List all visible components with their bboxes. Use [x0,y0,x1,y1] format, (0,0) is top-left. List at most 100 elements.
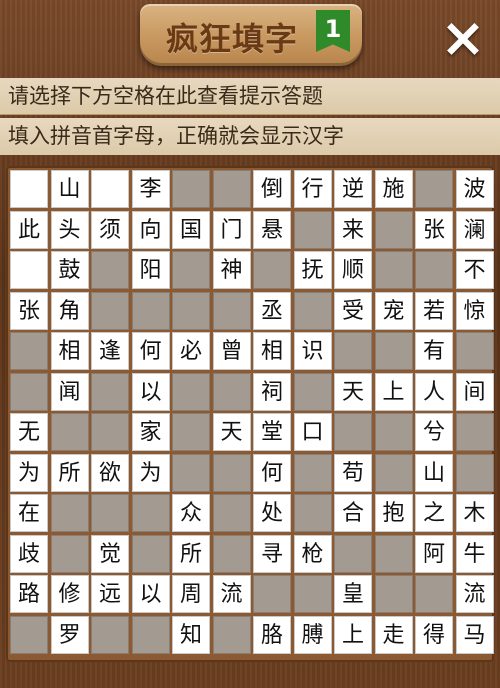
grid-cell[interactable]: 觉 [91,534,129,573]
grid-cell[interactable]: 欲 [91,453,129,492]
grid-cell[interactable]: 众 [172,494,210,532]
grid-cell[interactable]: 顺 [334,251,372,289]
grid-cell[interactable]: 逆 [334,170,372,208]
grid-cell[interactable]: 祠 [253,372,291,411]
grid-cell[interactable]: 上 [334,615,372,654]
grid-cell[interactable]: 家 [131,413,170,451]
grid-cell[interactable]: 宠 [374,291,413,330]
grid-cell[interactable]: 倒 [253,170,291,208]
grid-cell[interactable]: 山 [415,453,453,492]
grid-cell[interactable]: 若 [415,291,453,330]
grid-cell[interactable]: 不 [455,251,494,289]
grid-block [293,453,332,492]
grid-cell[interactable]: 闻 [50,372,89,411]
grid-cell[interactable]: 阿 [415,534,453,573]
grid-cell[interactable]: 何 [253,453,291,492]
grid-cell[interactable]: 人 [415,372,453,411]
grid-block [253,575,291,613]
grid-block [374,332,413,370]
grid-cell[interactable]: 张 [415,210,453,249]
grid-cell[interactable]: 路 [10,575,48,613]
grid-cell[interactable]: 抚 [293,251,332,289]
grid-cell[interactable]: 寻 [253,534,291,573]
grid-cell[interactable]: 何 [131,332,170,370]
grid-cell[interactable]: 无 [10,413,48,451]
grid-cell[interactable]: 鼓 [50,251,89,289]
grid-cell[interactable]: 周 [172,575,210,613]
grid-cell[interactable]: 识 [293,332,332,370]
grid-cell[interactable]: 头 [50,210,89,249]
grid-cell[interactable]: 行 [293,170,332,208]
grid-cell[interactable]: 处 [253,494,291,532]
grid-cell[interactable]: 枪 [293,534,332,573]
grid-cell[interactable]: 以 [131,575,170,613]
grid-cell[interactable]: 有 [415,332,453,370]
grid-cell[interactable]: 马 [455,615,494,654]
grid-cell[interactable]: 张 [10,291,48,330]
grid-cell[interactable]: 胳 [253,615,291,654]
grid-cell[interactable]: 澜 [455,210,494,249]
grid-cell[interactable]: 阳 [131,251,170,289]
grid-cell[interactable]: 逢 [91,332,129,370]
grid-cell[interactable]: 罗 [50,615,89,654]
grid-cell[interactable]: 之 [415,494,453,532]
grid-cell[interactable]: 间 [455,372,494,411]
grid-cell[interactable]: 惊 [455,291,494,330]
grid-cell[interactable]: 必 [172,332,210,370]
grid-cell[interactable]: 天 [334,372,372,411]
grid-cell[interactable]: 为 [10,453,48,492]
grid-cell[interactable]: 知 [172,615,210,654]
header-bar: 疯狂填字 1 × [0,0,500,76]
grid-cell[interactable]: 在 [10,494,48,532]
grid-block [455,332,494,370]
grid-cell[interactable]: 此 [10,210,48,249]
grid-cell[interactable]: 须 [91,210,129,249]
grid-cell[interactable]: 合 [334,494,372,532]
grid-cell[interactable]: 堂 [253,413,291,451]
grid-cell[interactable]: 向 [131,210,170,249]
grid-cell[interactable]: 丞 [253,291,291,330]
grid-cell[interactable]: 口 [293,413,332,451]
grid-cell[interactable]: 流 [455,575,494,613]
grid-cell[interactable]: 走 [374,615,413,654]
grid-cell[interactable]: 相 [50,332,89,370]
grid-cell[interactable]: 为 [131,453,170,492]
grid-cell[interactable]: 膊 [293,615,332,654]
grid-cell[interactable]: 所 [172,534,210,573]
grid-cell[interactable]: 所 [50,453,89,492]
grid-cell[interactable]: 抱 [374,494,413,532]
grid-cell[interactable]: 上 [374,372,413,411]
grid-cell[interactable]: 曾 [212,332,251,370]
grid-cell[interactable]: 悬 [253,210,291,249]
grid-cell[interactable] [10,251,48,289]
grid-cell[interactable]: 施 [374,170,413,208]
grid-cell[interactable]: 远 [91,575,129,613]
grid-cell[interactable]: 受 [334,291,372,330]
close-icon[interactable]: × [438,11,488,65]
grid-cell[interactable]: 国 [172,210,210,249]
grid-cell[interactable]: 角 [50,291,89,330]
grid-cell[interactable]: 波 [455,170,494,208]
grid-cell[interactable]: 山 [50,170,89,208]
grid-cell[interactable] [10,170,48,208]
grid-cell[interactable]: 天 [212,413,251,451]
grid-cell[interactable]: 苟 [334,453,372,492]
grid-cell[interactable]: 牛 [455,534,494,573]
grid-block [212,534,251,573]
grid-cell[interactable]: 修 [50,575,89,613]
grid-block [91,615,129,654]
grid-cell[interactable]: 流 [212,575,251,613]
grid-cell[interactable] [91,170,129,208]
grid-cell[interactable]: 相 [253,332,291,370]
grid-cell[interactable]: 来 [334,210,372,249]
grid-cell[interactable]: 兮 [415,413,453,451]
grid-cell[interactable]: 木 [455,494,494,532]
grid-block [50,413,89,451]
grid-cell[interactable]: 歧 [10,534,48,573]
grid-cell[interactable]: 门 [212,210,251,249]
grid-cell[interactable]: 李 [131,170,170,208]
grid-cell[interactable]: 得 [415,615,453,654]
grid-cell[interactable]: 皇 [334,575,372,613]
grid-cell[interactable]: 神 [212,251,251,289]
grid-cell[interactable]: 以 [131,372,170,411]
